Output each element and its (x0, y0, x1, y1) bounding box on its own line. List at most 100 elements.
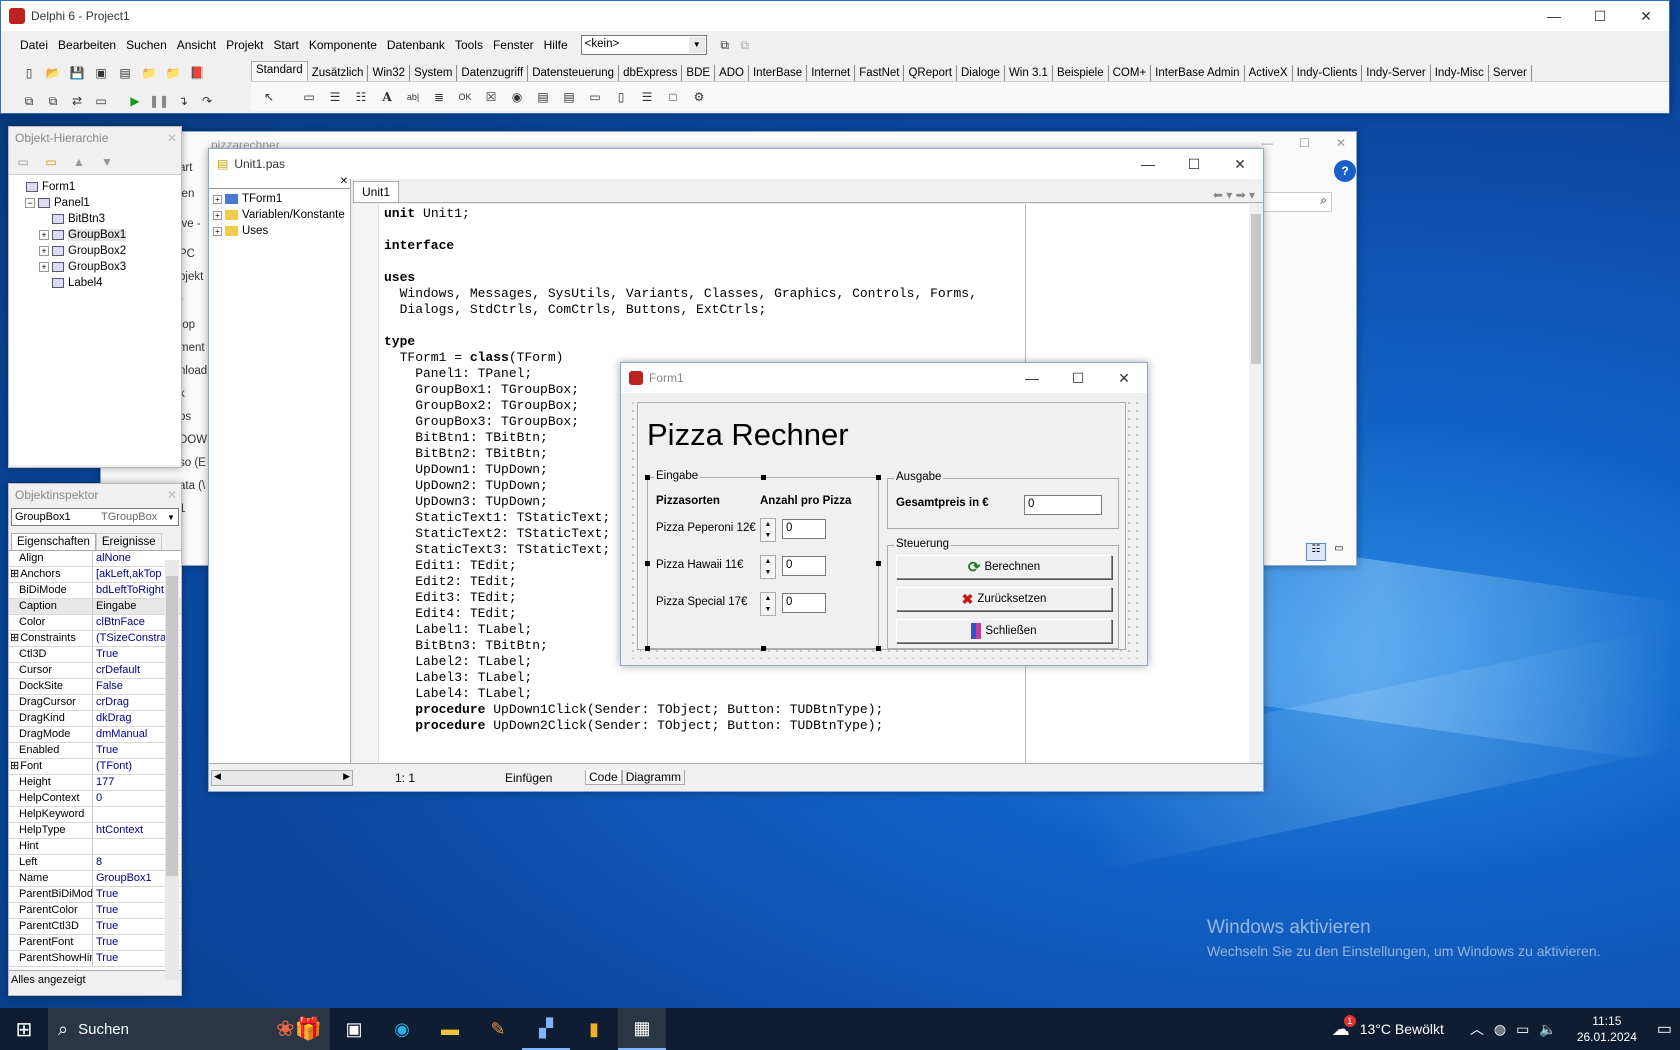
explorer-item[interactable]: + TForm1 (213, 191, 346, 207)
pizza-quantity-field[interactable]: 0 (782, 556, 826, 576)
help-book-icon[interactable]: 📕 (187, 63, 207, 83)
palette-tab-server[interactable]: Server (1489, 65, 1532, 81)
property-row[interactable]: ⊞Constraints (TSizeConstra (9, 631, 181, 647)
compile-icon[interactable]: ⧉ (735, 35, 755, 55)
paint-icon[interactable]: ✎ (474, 1008, 522, 1050)
property-row[interactable]: ⊞Font (TFont) (9, 759, 181, 775)
property-row[interactable]: Cursor crDefault (9, 663, 181, 679)
palette-tab-indy-server[interactable]: Indy-Server (1362, 65, 1431, 81)
file-explorer-icon[interactable]: ▬ (426, 1008, 474, 1050)
palette-tab-ado[interactable]: ADO (715, 65, 749, 81)
config-combo[interactable]: <kein> ▼ (580, 35, 707, 55)
property-row[interactable]: HelpContext 0 (9, 791, 181, 807)
menu-projekt[interactable]: Projekt (221, 38, 268, 52)
property-row[interactable]: ParentCtl3D True (9, 919, 181, 935)
tree-item[interactable]: + GroupBox2 (11, 243, 179, 259)
tree-item[interactable]: + GroupBox1 (11, 227, 179, 243)
chevron-up-icon[interactable]: ︿ (1470, 1019, 1484, 1039)
frame-component-icon[interactable]: ▭ (299, 87, 319, 107)
menu-datenbank[interactable]: Datenbank (382, 38, 450, 52)
palette-tab-beispiele[interactable]: Beispiele (1053, 65, 1109, 81)
radiobutton-component-icon[interactable]: ◉ (507, 87, 527, 107)
property-row[interactable]: HelpType htContext (9, 823, 181, 839)
tab-code[interactable]: Code (585, 770, 622, 785)
selection-handle[interactable] (876, 561, 881, 566)
delete-icon[interactable]: ▭ (13, 152, 33, 172)
zuruecksetzen-button[interactable]: ✖ Zurücksetzen (896, 587, 1112, 611)
tab-properties[interactable]: Eigenschaften (11, 533, 96, 550)
palette-tab-standard[interactable]: Standard (251, 61, 308, 81)
property-row[interactable]: BiDiMode bdLeftToRight (9, 583, 181, 599)
property-row[interactable]: Hint (9, 839, 181, 855)
network-icon[interactable]: ▭ (1516, 1021, 1529, 1038)
pizza-quantity-field[interactable]: 0 (782, 519, 826, 539)
menu-hilfe[interactable]: Hilfe (539, 38, 573, 52)
scrollbar-component-icon[interactable]: ▭ (585, 87, 605, 107)
tab-unit1[interactable]: Unit1 (353, 181, 400, 202)
close-icon[interactable]: ✕ (340, 176, 348, 187)
new-form-icon[interactable]: ▭ (91, 91, 111, 111)
menu-fenster[interactable]: Fenster (488, 38, 539, 52)
palette-tab-fastnet[interactable]: FastNet (855, 65, 905, 81)
pause-icon[interactable]: ❚❚ (149, 91, 169, 111)
notification-icon[interactable]: ▭ (1657, 1019, 1672, 1039)
close-icon[interactable]: ✕ (1336, 136, 1346, 150)
selection-handle[interactable] (761, 475, 766, 480)
pointer-icon[interactable]: ↖ (259, 87, 279, 107)
palette-tab-dbexpress[interactable]: dbExpress (619, 65, 683, 81)
actionlist-component-icon[interactable]: ⚙ (689, 87, 709, 107)
add-file-icon[interactable]: 📁 (139, 63, 159, 83)
property-row[interactable]: DockSite False (9, 679, 181, 695)
palette-tab-bde[interactable]: BDE (682, 65, 716, 81)
palette-tab-win-3-1[interactable]: Win 3.1 (1005, 65, 1053, 81)
close-icon[interactable]: ✕ (167, 131, 177, 145)
details-view-icon[interactable]: ☷ (1306, 543, 1326, 561)
toggle-form-icon[interactable]: ⇄ (67, 91, 87, 111)
selection-handle[interactable] (876, 646, 881, 651)
schliessen-button[interactable]: Schließen (896, 619, 1112, 643)
property-row[interactable]: ParentShowHir True (9, 951, 181, 967)
edit-component-icon[interactable]: ab| (403, 87, 423, 107)
maximize-icon[interactable]: ☐ (1299, 136, 1310, 150)
menu-start[interactable]: Start (268, 38, 303, 52)
label-component-icon[interactable]: A (377, 87, 397, 107)
property-row[interactable]: Height 177 (9, 775, 181, 791)
new-icon[interactable]: ▯ (19, 63, 39, 83)
delphi-taskbar-icon[interactable]: ▞ (522, 1008, 570, 1050)
maximize-icon[interactable]: ☐ (1171, 149, 1217, 179)
windows-start-icon[interactable]: ⊞ (0, 1008, 48, 1050)
popupmenu-component-icon[interactable]: ☷ (351, 87, 371, 107)
taskbar-search[interactable]: ⌕ Suchen ❀🎁 (48, 1008, 330, 1050)
palette-tab-interbase[interactable]: InterBase (749, 65, 808, 81)
code-scrollbar[interactable] (1249, 204, 1263, 763)
selection-handle[interactable] (876, 475, 881, 480)
panel-component-icon[interactable]: □ (663, 87, 683, 107)
minimize-icon[interactable]: — (1009, 363, 1055, 393)
edge-icon[interactable]: ◉ (378, 1008, 426, 1050)
property-row[interactable]: Enabled True (9, 743, 181, 759)
property-expand-icon[interactable]: ⊞ (10, 632, 19, 644)
menu-bearbeiten[interactable]: Bearbeiten (53, 38, 121, 52)
palette-tab-datenzugriff[interactable]: Datenzugriff (457, 65, 529, 81)
close-icon[interactable]: ✕ (1623, 1, 1669, 31)
radiogroup-component-icon[interactable]: ☰ (637, 87, 657, 107)
property-row[interactable]: DragMode dmManual (9, 727, 181, 743)
maximize-icon[interactable]: ☐ (1577, 1, 1623, 31)
groupbox-steuerung[interactable]: Steuerung ⟳ Berechnen ✖ Zurücksetzen Sch… (887, 538, 1119, 649)
property-row[interactable]: HelpKeyword (9, 807, 181, 823)
property-row[interactable]: ⊞Anchors [akLeft,akTop (9, 567, 181, 583)
delphi-active-icon[interactable]: ▦ (618, 1008, 666, 1050)
palette-tab-datensteuerung[interactable]: Datensteuerung (528, 65, 620, 81)
button-component-icon[interactable]: OK (455, 87, 475, 107)
tree-expander-icon[interactable]: + (213, 227, 222, 236)
close-icon[interactable]: ✕ (1217, 149, 1263, 179)
minimize-icon[interactable]: — (1125, 149, 1171, 179)
property-row[interactable]: ParentBiDiMod True (9, 887, 181, 903)
property-expand-icon[interactable]: ⊞ (10, 760, 19, 772)
palette-tab-win32[interactable]: Win32 (368, 65, 411, 81)
listbox-component-icon[interactable]: ▤ (533, 87, 553, 107)
property-row[interactable]: Caption Eingabe (9, 599, 181, 615)
tree-item[interactable]: Label4 (11, 275, 179, 291)
tab-diagram[interactable]: Diagramm (621, 770, 686, 785)
arrow-up-icon[interactable]: ▲ (69, 152, 89, 172)
